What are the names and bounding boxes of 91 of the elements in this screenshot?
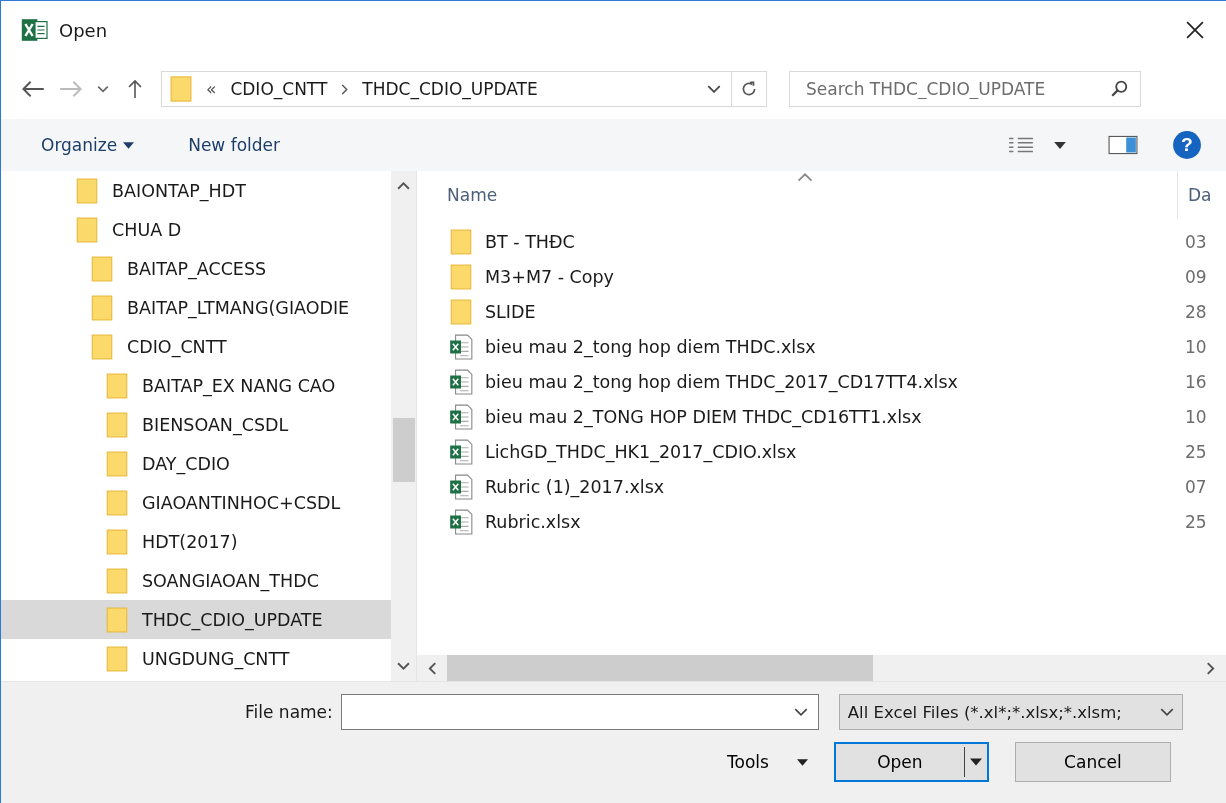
date-cell: 25 (1185, 441, 1207, 462)
folder-icon (91, 255, 113, 282)
search-icon (1110, 80, 1128, 98)
back-arrow-icon[interactable] (21, 79, 45, 99)
column-header[interactable]: Da (1177, 171, 1212, 219)
folder-tree-item[interactable]: CDIO_CNTT (1, 327, 391, 366)
folder-tree-item[interactable]: UNGDUNG_CNTT (1, 639, 391, 678)
date-cell: 07 (1185, 476, 1207, 497)
folder-icon (106, 450, 128, 477)
open-button[interactable]: Open (833, 742, 989, 782)
excel-file-icon (447, 333, 475, 360)
folder-icon (106, 489, 128, 516)
scrollbar-thumb[interactable] (447, 655, 873, 681)
file-name[interactable]: LichGD_THDC_HK1_2017_CDIO.xlsx (485, 441, 797, 462)
file-name[interactable]: bieu mau 2_tong hop diem THDC.xlsx (485, 336, 816, 357)
caret-down-icon (123, 141, 135, 149)
scrollbar-thumb[interactable] (392, 418, 415, 482)
chevron-down-icon[interactable] (793, 708, 808, 716)
new-folder-button[interactable]: New folder (176, 129, 292, 161)
chevron-right-icon[interactable] (341, 83, 349, 95)
address-bar[interactable]: « CDIO_CNTT THDC_CDIO_UPDATE (161, 71, 767, 107)
file-name[interactable]: BT - THĐC (485, 231, 575, 252)
date-cell: 09 (1185, 266, 1207, 287)
file-name[interactable]: Rubric.xlsx (485, 511, 581, 532)
folder-icon (76, 177, 98, 204)
folder-icon (106, 567, 128, 594)
excel-file-icon (447, 438, 475, 465)
folder-tree-item[interactable]: BAITAP_EX NANG CAO (1, 366, 391, 405)
file-name[interactable]: bieu mau 2_tong hop diem THDC_2017_CD17TT4.xlsx (485, 371, 958, 392)
date-cell: 25 (1185, 511, 1207, 532)
search-field[interactable]: Search THDC_CDIO_UPDATE (789, 71, 1141, 107)
organize-button[interactable]: Organize (29, 129, 147, 161)
sort-caret-icon (797, 173, 813, 182)
folder-tree-item[interactable]: SOANGIAOAN_THDC (1, 561, 391, 600)
caret-down-icon (969, 758, 982, 766)
date-cell: 10 (1185, 336, 1207, 357)
folder-icon (106, 606, 128, 633)
folder-tree-item[interactable]: BAITAP_LTMANG(GIAODIE (1, 288, 391, 327)
folder-icon (106, 528, 128, 555)
caret-down-icon[interactable] (1054, 141, 1066, 149)
folder-tree-item[interactable]: BAIONTAP_HDT (1, 171, 391, 210)
file-name[interactable]: bieu mau 2_TONG HOP DIEM THDC_CD16TT1.xlsx (485, 406, 922, 427)
file-type-dropdown[interactable]: All Excel Files (*.xl*;*.xlsx;*.xlsm; (838, 694, 1183, 730)
file-name[interactable]: Rubric (1)_2017.xlsx (485, 476, 665, 497)
folder-tree-item[interactable]: BAITAP_ACCESS (1, 249, 391, 288)
scroll-down-icon[interactable] (397, 662, 410, 671)
folder-icon (106, 372, 128, 399)
folder-icon (76, 216, 98, 243)
caret-down-icon (796, 758, 808, 766)
view-list-icon[interactable] (1008, 136, 1034, 154)
preview-pane-icon[interactable] (1108, 135, 1138, 155)
excel-file-icon (447, 508, 475, 535)
folder-tree-item[interactable]: GIAOANTINHOC+CSDL (1, 483, 391, 522)
folder-icon (170, 75, 192, 103)
chevron-down-icon (1159, 708, 1174, 716)
folder-tree-item[interactable]: DAY_CDIO (1, 444, 391, 483)
cancel-button[interactable]: Cancel (1014, 742, 1171, 782)
chevron-down-icon[interactable] (97, 85, 109, 93)
folder-icon (106, 411, 128, 438)
refresh-icon[interactable] (740, 80, 758, 98)
chevron-down-icon[interactable] (707, 85, 721, 93)
breadcrumb[interactable]: THDC_CDIO_UPDATE (362, 79, 538, 99)
column-header[interactable]: Name (447, 185, 498, 205)
tools-button[interactable]: Tools (715, 746, 820, 778)
folder-icon (91, 333, 113, 360)
breadcrumb[interactable]: CDIO_CNTT (230, 79, 328, 99)
excel-file-icon (447, 473, 475, 500)
folder-tree-item[interactable]: CHUA D (1, 210, 391, 249)
overflow-chevron[interactable]: « (206, 79, 217, 99)
date-cell: 16 (1185, 371, 1207, 392)
folder-icon (91, 294, 113, 321)
scroll-up-icon[interactable] (397, 181, 410, 190)
folder-icon (106, 645, 128, 672)
folder-tree-item[interactable]: HDT(2017) (1, 522, 391, 561)
scroll-left-icon[interactable] (427, 661, 437, 675)
date-cell: 28 (1185, 301, 1207, 322)
file-name[interactable]: SLIDE (485, 301, 536, 322)
excel-file-icon (447, 403, 475, 430)
folder-tree-item[interactable]: BIENSOAN_CSDL (1, 405, 391, 444)
date-cell: 03 (1185, 231, 1207, 252)
help-icon[interactable]: ? (1172, 130, 1202, 160)
excel-file-icon (447, 368, 475, 395)
excel-icon (21, 18, 49, 42)
file-name-field[interactable] (340, 694, 819, 730)
file-name-label: File name: (245, 702, 333, 722)
date-cell: 10 (1185, 406, 1207, 427)
window-title: Open (59, 19, 108, 41)
file-name[interactable]: M3+M7 - Copy (485, 266, 614, 287)
close-icon[interactable] (1186, 21, 1204, 39)
folder-tree-item[interactable]: THDC_CDIO_UPDATE (1, 600, 391, 639)
scroll-right-icon[interactable] (1206, 661, 1216, 675)
